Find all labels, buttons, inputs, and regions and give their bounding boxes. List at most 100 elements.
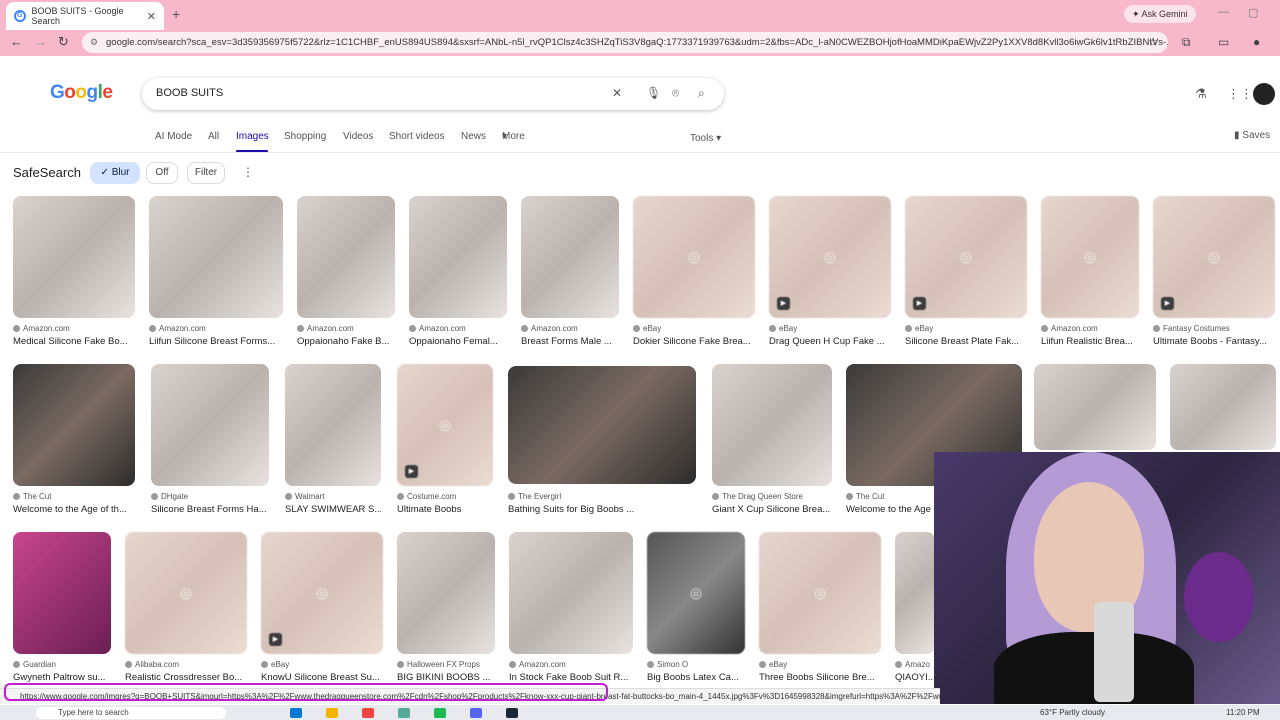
result-source: The Cut bbox=[856, 492, 885, 501]
blurred-thumbnail[interactable] bbox=[759, 532, 881, 654]
search-input[interactable]: BOOB SUITS bbox=[156, 87, 223, 99]
account-avatar[interactable] bbox=[1253, 83, 1275, 105]
result-title[interactable]: KnowU Silicone Breast Su... bbox=[261, 672, 383, 683]
maximize-icon[interactable]: ▢ bbox=[1248, 6, 1258, 19]
extensions-icon[interactable]: ⧉ bbox=[1182, 35, 1191, 50]
result-thumbnail[interactable] bbox=[712, 364, 832, 486]
result-thumbnail[interactable] bbox=[509, 532, 633, 654]
site-info-icon[interactable]: ⚙ bbox=[90, 32, 98, 53]
blurred-thumbnail[interactable] bbox=[125, 532, 247, 654]
result-thumbnail[interactable] bbox=[13, 196, 135, 318]
result-title[interactable]: Ultimate Boobs - Fantasy... bbox=[1153, 336, 1275, 347]
tab-close-icon[interactable]: ✕ bbox=[147, 10, 156, 23]
discord-icon[interactable] bbox=[470, 708, 482, 718]
saves-button[interactable]: ▮ Saves bbox=[1234, 130, 1270, 141]
microphone-icon[interactable]: 🎙 bbox=[646, 86, 661, 100]
spotify-icon[interactable] bbox=[434, 708, 446, 718]
result-title[interactable]: Medical Silicone Fake Bo... bbox=[13, 336, 135, 347]
result-thumbnail[interactable] bbox=[285, 364, 381, 486]
blurred-thumbnail[interactable]: ▶ bbox=[261, 532, 383, 654]
tab-short-videos[interactable]: Short videos bbox=[389, 131, 445, 142]
result-thumbnail[interactable] bbox=[409, 196, 507, 318]
result-title[interactable]: Oppaionaho Fake B... bbox=[297, 336, 395, 347]
reload-icon[interactable]: ↻ bbox=[58, 34, 69, 50]
result-title[interactable]: Welcome to the Age of th... bbox=[13, 504, 135, 515]
forward-icon[interactable]: → bbox=[34, 34, 47, 49]
blurred-thumbnail[interactable]: ▶ bbox=[905, 196, 1027, 318]
explorer-icon[interactable] bbox=[326, 708, 338, 718]
browser-tab[interactable]: G BOOB SUITS - Google Search ✕ bbox=[6, 2, 164, 30]
taskbar-search[interactable]: Type here to search bbox=[36, 707, 226, 719]
profile-icon[interactable]: ● bbox=[1253, 35, 1260, 49]
tab-news[interactable]: News bbox=[461, 131, 486, 142]
result-thumbnail[interactable] bbox=[13, 364, 135, 486]
result-thumbnail[interactable] bbox=[1170, 364, 1276, 450]
result-thumbnail[interactable] bbox=[895, 532, 935, 654]
off-chip[interactable]: Off bbox=[146, 162, 178, 184]
result-thumbnail[interactable] bbox=[1034, 364, 1156, 450]
chrome-icon[interactable] bbox=[362, 708, 374, 718]
tab-all[interactable]: All bbox=[208, 131, 219, 142]
tab-more[interactable]: More ▾ bbox=[502, 131, 525, 142]
result-source: Amazon.com bbox=[159, 324, 206, 333]
url-field[interactable]: ⚙ google.com/search?sca_esv=3d359356975f… bbox=[82, 32, 1168, 53]
result-title[interactable]: Big Boobs Latex Ca... bbox=[647, 672, 745, 683]
result-title[interactable]: Giant X Cup Silicone Brea... bbox=[712, 504, 832, 515]
result-title[interactable]: Liifun Realistic Brea... bbox=[1041, 336, 1139, 347]
result-title[interactable]: SLAY SWIMWEAR S... bbox=[285, 504, 381, 515]
more-options-icon[interactable]: ⋮ bbox=[242, 165, 254, 179]
result-title[interactable]: Bathing Suits for Big Boobs ... bbox=[508, 504, 696, 515]
apps-grid-icon[interactable]: ⋮⋮ bbox=[1227, 86, 1253, 102]
bookmark-star-icon[interactable]: ☆ bbox=[1148, 35, 1159, 49]
result-title[interactable]: Oppaionaho Femal... bbox=[409, 336, 507, 347]
blurred-thumbnail[interactable] bbox=[1041, 196, 1139, 318]
tools-button[interactable]: Tools ▾ bbox=[690, 133, 721, 144]
filter-chip[interactable]: Filter bbox=[187, 162, 225, 184]
result-title[interactable]: Silicone Breast Forms Ha... bbox=[151, 504, 269, 515]
google-logo[interactable]: Google bbox=[50, 82, 113, 104]
steam-icon[interactable] bbox=[506, 708, 518, 718]
split-view-icon[interactable]: ▭ bbox=[1218, 35, 1229, 49]
result-thumbnail[interactable] bbox=[151, 364, 269, 486]
back-icon[interactable]: ← bbox=[10, 34, 23, 49]
blurred-thumbnail[interactable] bbox=[647, 532, 745, 654]
edge-icon[interactable] bbox=[290, 708, 302, 718]
result-title[interactable]: Drag Queen H Cup Fake ... bbox=[769, 336, 891, 347]
result-thumbnail[interactable] bbox=[508, 366, 696, 484]
result-title[interactable]: Ultimate Boobs bbox=[397, 504, 493, 515]
new-tab-button[interactable]: + bbox=[172, 6, 180, 22]
result-thumbnail[interactable] bbox=[13, 532, 111, 654]
lens-icon[interactable]: ⌾ bbox=[672, 86, 679, 101]
blur-chip[interactable]: ✓ Blur bbox=[90, 162, 140, 184]
app-icon[interactable] bbox=[398, 708, 410, 718]
result-thumbnail[interactable] bbox=[149, 196, 283, 318]
tab-ai-mode[interactable]: AI Mode bbox=[155, 131, 192, 142]
result-thumbnail[interactable] bbox=[297, 196, 395, 318]
search-icon[interactable]: ⌕ bbox=[698, 86, 705, 101]
tab-videos[interactable]: Videos bbox=[343, 131, 373, 142]
blurred-thumbnail[interactable]: ▶ bbox=[769, 196, 891, 318]
labs-flask-icon[interactable]: ⚗ bbox=[1195, 86, 1207, 102]
result-title[interactable]: Breast Forms Male ... bbox=[521, 336, 619, 347]
search-box[interactable]: BOOB SUITS ✕ 🎙 ⌾ ⌕ bbox=[142, 78, 724, 110]
result-title[interactable]: QIAOYI... bbox=[895, 672, 935, 683]
result-title[interactable]: Three Boobs Silicone Bre... bbox=[759, 672, 881, 683]
tab-shopping[interactable]: Shopping bbox=[284, 131, 326, 142]
result-title[interactable]: Gwyneth Paltrow su... bbox=[13, 672, 111, 683]
result-title[interactable]: Realistic Crossdresser Bo... bbox=[125, 672, 247, 683]
result-thumbnail[interactable] bbox=[397, 532, 495, 654]
blurred-thumbnail[interactable] bbox=[633, 196, 755, 318]
minimize-icon[interactable]: — bbox=[1218, 6, 1229, 18]
result-thumbnail[interactable] bbox=[521, 196, 619, 318]
result-title[interactable]: Dokier Silicone Fake Brea... bbox=[633, 336, 755, 347]
result-title[interactable]: Welcome to the Age bbox=[846, 504, 932, 515]
result-title[interactable]: Silicone Breast Plate Fak... bbox=[905, 336, 1027, 347]
blurred-thumbnail[interactable]: ▶ bbox=[1153, 196, 1275, 318]
result-title[interactable]: In Stock Fake Boob Suit R... bbox=[509, 672, 633, 683]
ask-gemini-button[interactable]: ✦ Ask Gemini bbox=[1124, 5, 1196, 23]
result-title[interactable]: Liifun Silicone Breast Forms... bbox=[149, 336, 283, 347]
blurred-thumbnail[interactable]: ▶ bbox=[397, 364, 493, 486]
tab-images[interactable]: Images bbox=[236, 131, 269, 142]
clear-icon[interactable]: ✕ bbox=[612, 86, 622, 100]
result-title[interactable]: BIG BIKINI BOOBS ... bbox=[397, 672, 495, 683]
